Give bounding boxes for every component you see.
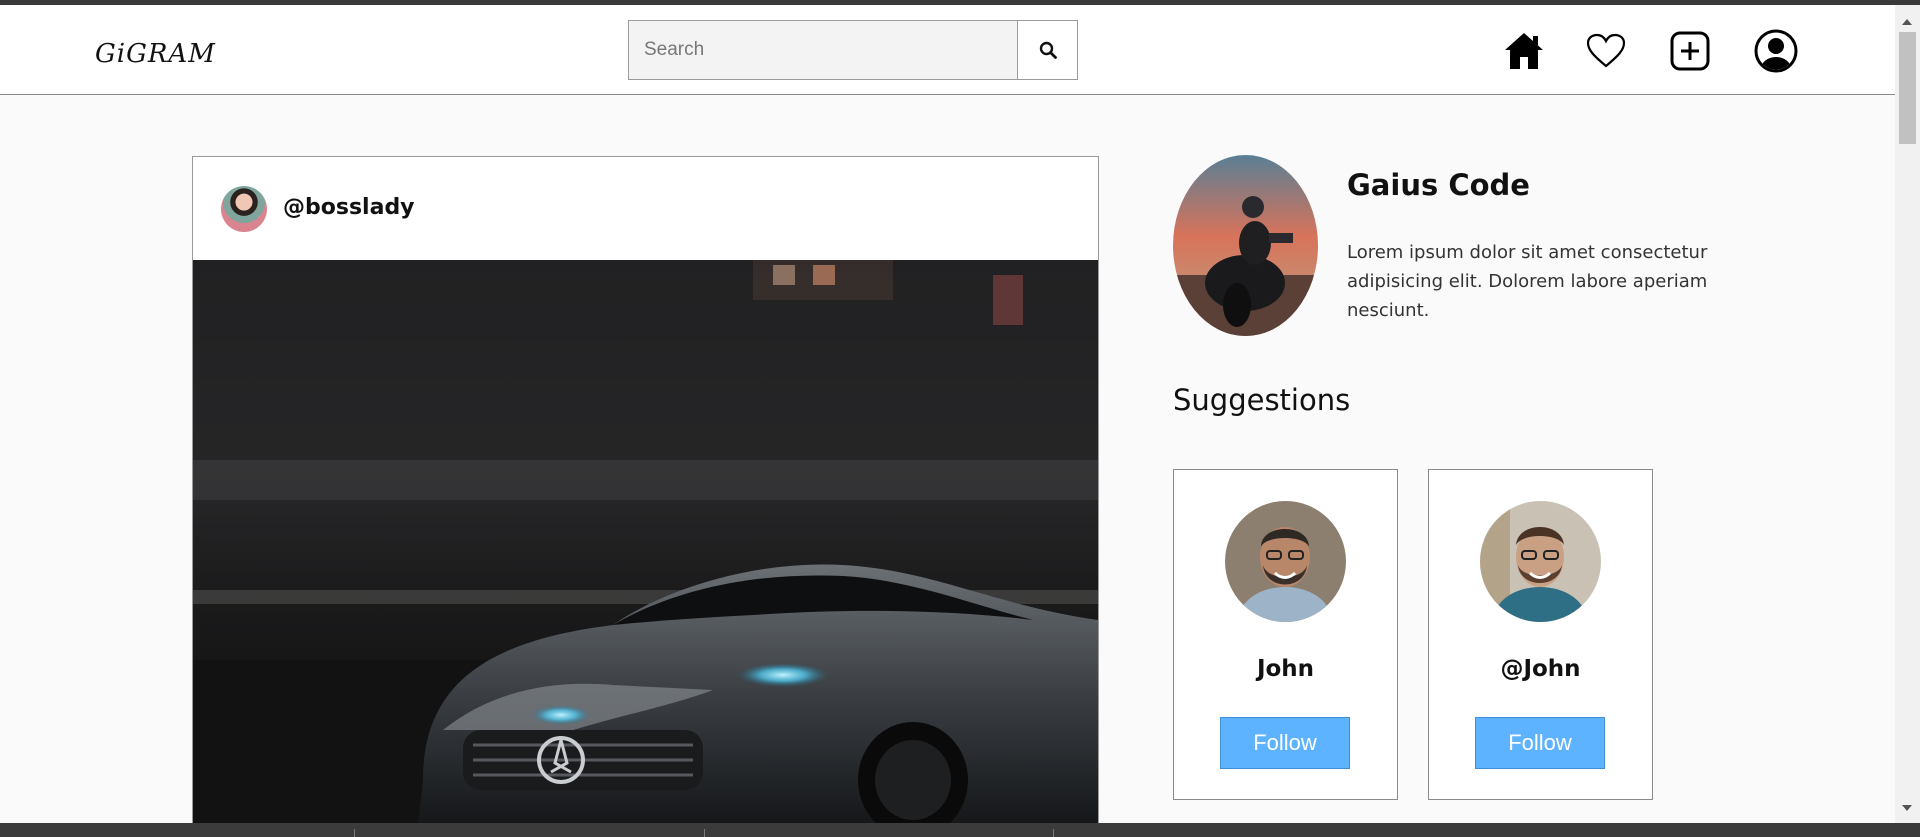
- plus-square-icon: [1670, 31, 1710, 71]
- search-input[interactable]: [628, 20, 1017, 80]
- suggestion-name[interactable]: John: [1174, 656, 1397, 682]
- navbar: GiGRAM: [0, 5, 1895, 95]
- suggestion-photo: [1480, 501, 1601, 622]
- profile-button[interactable]: [1754, 29, 1798, 73]
- post-author-avatar[interactable]: [221, 186, 267, 232]
- profile-avatar[interactable]: [1173, 155, 1318, 336]
- profile-name[interactable]: Gaius Code: [1347, 168, 1530, 202]
- heart-icon: [1586, 33, 1626, 68]
- scrollbar[interactable]: [1895, 5, 1920, 825]
- search-bar: [628, 20, 1078, 80]
- search-icon: [1039, 41, 1057, 59]
- taskbar: [0, 823, 1920, 837]
- search-button[interactable]: [1017, 20, 1078, 80]
- activity-button[interactable]: [1584, 29, 1628, 73]
- suggestion-card: @John Follow: [1428, 469, 1653, 800]
- suggestion-photo: [1225, 501, 1346, 622]
- app-logo[interactable]: GiGRAM: [95, 39, 216, 69]
- home-icon: [1505, 33, 1543, 69]
- suggestion-name[interactable]: @John: [1429, 656, 1652, 682]
- user-circle-icon: [1754, 29, 1798, 73]
- profile-bio: Lorem ipsum dolor sit amet consectetur a…: [1347, 242, 1708, 321]
- follow-button[interactable]: Follow: [1475, 717, 1605, 769]
- taskbar-divider: [704, 829, 705, 837]
- post-username[interactable]: @bosslady: [283, 195, 415, 220]
- taskbar-divider: [354, 829, 355, 837]
- post-image: [193, 260, 1098, 825]
- scroll-thumb[interactable]: [1899, 32, 1916, 144]
- post-card: @bosslady: [192, 156, 1099, 826]
- create-post-button[interactable]: [1668, 29, 1712, 73]
- scroll-down-arrow-icon[interactable]: [1902, 805, 1912, 811]
- scroll-up-arrow-icon[interactable]: [1902, 19, 1912, 25]
- suggestion-avatar[interactable]: [1225, 501, 1346, 622]
- home-button[interactable]: [1502, 29, 1546, 73]
- profile-photo: [1173, 155, 1318, 336]
- taskbar-divider: [1053, 829, 1054, 837]
- suggestion-card: John Follow: [1173, 469, 1398, 800]
- suggestions-title: Suggestions: [1173, 383, 1351, 417]
- suggestion-avatar[interactable]: [1480, 501, 1601, 622]
- follow-button[interactable]: Follow: [1220, 717, 1350, 769]
